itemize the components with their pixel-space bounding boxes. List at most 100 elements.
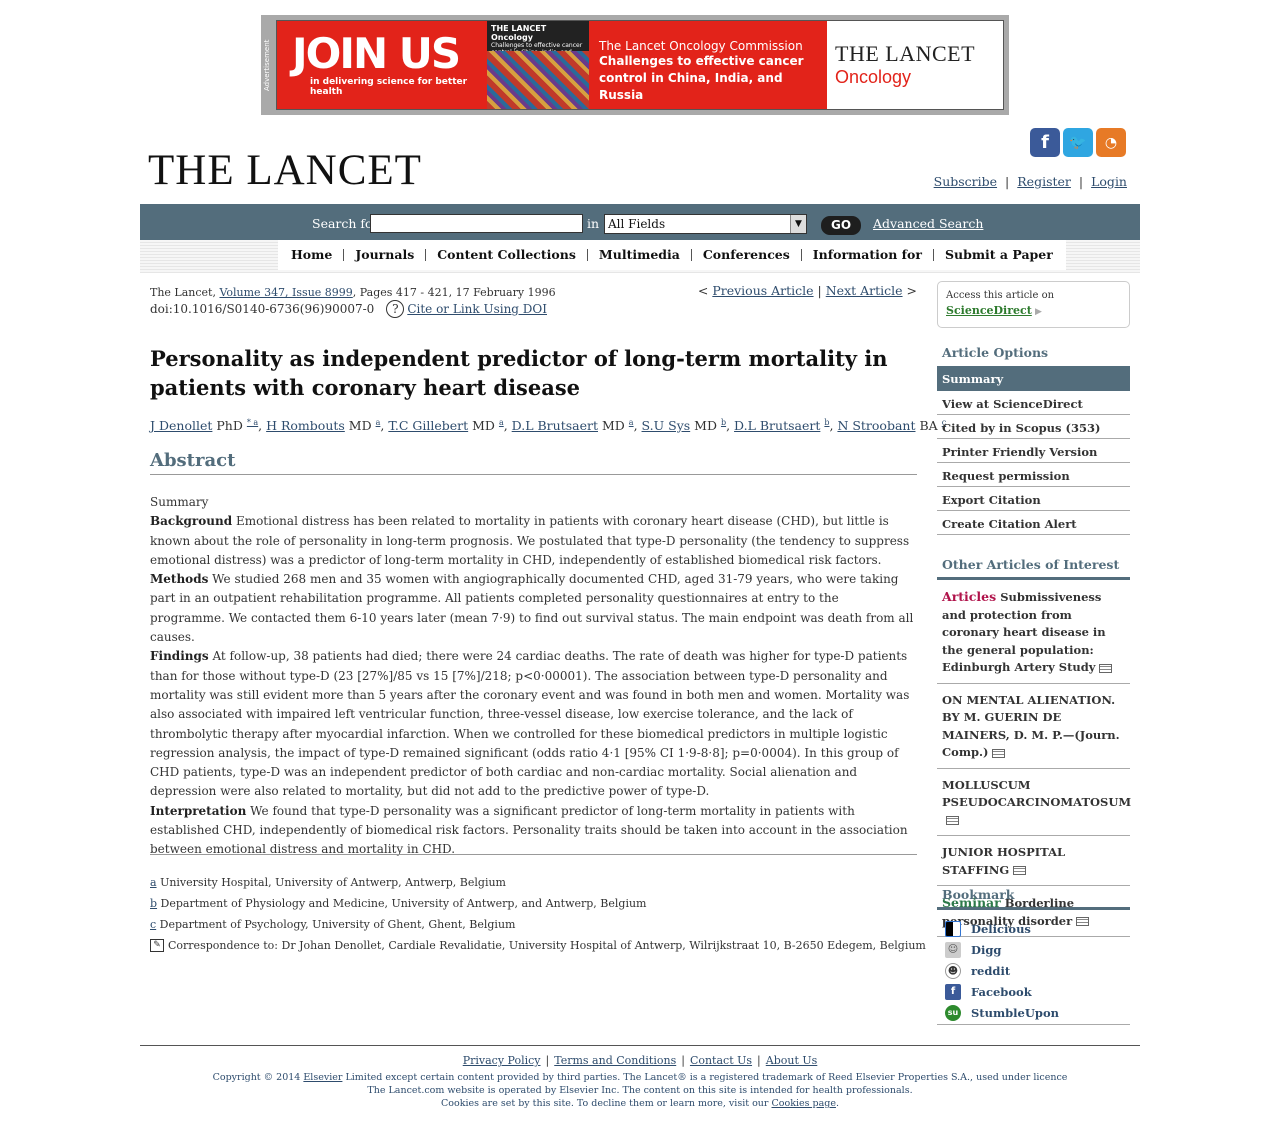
- affiliations: a University Hospital, University of Ant…: [150, 872, 926, 956]
- rss-icon[interactable]: ◔: [1096, 128, 1126, 157]
- bookmark-stumbleupon[interactable]: su StumbleUpon: [937, 1002, 1130, 1023]
- ad-join-subtitle: in delivering science for better health: [310, 77, 468, 97]
- ad-label: Advertisement: [263, 39, 271, 91]
- document-icon[interactable]: [992, 748, 1006, 758]
- login-link[interactable]: Login: [1091, 174, 1127, 189]
- search-input[interactable]: [370, 214, 583, 233]
- nav-home[interactable]: Home: [280, 248, 345, 261]
- bookmark-heading: Bookmark: [942, 887, 1015, 902]
- sciencedirect-link[interactable]: ScienceDirect: [946, 304, 1032, 317]
- cookies-link[interactable]: Cookies page: [772, 1098, 836, 1109]
- document-icon[interactable]: [946, 816, 959, 825]
- bookmark-label[interactable]: Digg: [971, 943, 1001, 957]
- bookmark-label[interactable]: Delicious: [971, 922, 1031, 936]
- author-degree: PhD: [216, 418, 243, 434]
- other-article[interactable]: MOLLUSCUM PSEUDOCARCINOMATOSUM: [937, 769, 1131, 836]
- elsevier-link[interactable]: Elsevier: [303, 1072, 342, 1083]
- affiliation-mark[interactable]: a: [150, 876, 157, 889]
- author-degree: MD: [348, 418, 372, 434]
- contact-link[interactable]: Contact Us: [690, 1054, 752, 1067]
- affiliation-mark[interactable]: b: [150, 897, 157, 910]
- previous-article-link[interactable]: Previous Article: [712, 283, 813, 298]
- affiliation-text: Department of Psychology, University of …: [159, 918, 516, 931]
- author-affiliation-mark[interactable]: a: [629, 418, 634, 427]
- help-icon[interactable]: ?: [386, 300, 405, 318]
- bookmark-delicious[interactable]: Delicious: [937, 918, 1130, 939]
- option-citation-alert[interactable]: Create Citation Alert: [937, 511, 1130, 535]
- other-article-title[interactable]: JUNIOR HOSPITAL STAFFING: [942, 845, 1065, 877]
- doi-text: doi:10.1016/S0140-6736(96)90007-0: [150, 302, 375, 316]
- bookmark-label[interactable]: reddit: [971, 964, 1010, 978]
- ad-commission-title: Challenges to effective cancer control i…: [599, 54, 804, 102]
- author-link[interactable]: S.U Sys: [642, 418, 691, 433]
- nav-content-collections[interactable]: Content Collections: [426, 248, 588, 261]
- next-article-link[interactable]: Next Article: [826, 283, 903, 298]
- affiliation-b: b Department of Physiology and Medicine,…: [150, 893, 926, 914]
- ad-content[interactable]: JOIN US in delivering science for better…: [276, 20, 1004, 110]
- other-article-title[interactable]: ON MENTAL ALIENATION. BY M. GUERIN DE MA…: [942, 693, 1120, 760]
- nav-information-for[interactable]: Information for: [802, 248, 934, 261]
- volume-link[interactable]: Volume 347, Issue 8999: [219, 286, 352, 299]
- nav-journals[interactable]: Journals: [344, 248, 427, 261]
- main-nav: Home Journals Content Collections Multim…: [140, 240, 1140, 273]
- terms-link[interactable]: Terms and Conditions: [554, 1054, 676, 1067]
- option-cited-by-scopus[interactable]: Cited by in Scopus (353): [937, 415, 1130, 439]
- document-icon[interactable]: [1099, 663, 1113, 673]
- other-article[interactable]: JUNIOR HOSPITAL STAFFING: [937, 836, 1130, 886]
- privacy-policy-link[interactable]: Privacy Policy: [463, 1054, 541, 1067]
- register-link[interactable]: Register: [1017, 174, 1071, 189]
- ad-brand-sub: Oncology: [835, 67, 912, 87]
- citation-line: The Lancet, Volume 347, Issue 8999, Page…: [150, 286, 556, 299]
- search-field-value: All Fields: [608, 217, 666, 231]
- author-link[interactable]: D.L Brutsaert: [734, 418, 820, 433]
- author-list: J Denollet PhD * a, H Rombouts MD a, T.C…: [150, 418, 947, 434]
- other-article[interactable]: Articles Submissiveness and protection f…: [937, 580, 1130, 684]
- author-affiliation-mark[interactable]: b: [824, 418, 829, 427]
- option-summary[interactable]: Summary: [937, 366, 1130, 391]
- findings-text: At follow-up, 38 patients had died; ther…: [150, 649, 910, 799]
- document-icon[interactable]: [1013, 866, 1027, 875]
- doi-link[interactable]: Cite or Link Using DOI: [407, 302, 547, 316]
- nav-multimedia[interactable]: Multimedia: [588, 248, 692, 261]
- author-affiliation-mark[interactable]: * a: [247, 418, 258, 427]
- advanced-search-link[interactable]: Advanced Search: [873, 216, 983, 231]
- search-field-select[interactable]: All Fields ▼: [604, 214, 807, 234]
- author-link[interactable]: T.C Gillebert: [388, 418, 468, 433]
- chevron-down-icon[interactable]: ▼: [790, 215, 806, 233]
- bookmark-label[interactable]: Facebook: [971, 985, 1032, 999]
- chevron-right-icon: ▶: [1035, 307, 1042, 317]
- bookmark-label[interactable]: StumbleUpon: [971, 1006, 1059, 1020]
- separator: |: [1005, 174, 1010, 189]
- nav-submit-paper[interactable]: Submit a Paper: [934, 248, 1064, 261]
- author-affiliation-mark[interactable]: a: [376, 418, 381, 427]
- affiliation-mark[interactable]: c: [150, 918, 156, 931]
- advertisement-banner[interactable]: Advertisement JOIN US in delivering scie…: [261, 15, 1009, 115]
- option-printer-friendly[interactable]: Printer Friendly Version: [937, 439, 1130, 463]
- subscribe-link[interactable]: Subscribe: [934, 174, 997, 189]
- nav-conferences[interactable]: Conferences: [692, 248, 802, 261]
- author-link[interactable]: N Stroobant: [837, 418, 915, 433]
- other-article[interactable]: ON MENTAL ALIENATION. BY M. GUERIN DE MA…: [937, 684, 1130, 769]
- background-heading: Background: [150, 514, 233, 529]
- other-article-title[interactable]: MOLLUSCUM PSEUDOCARCINOMATOSUM: [942, 778, 1131, 810]
- author-affiliation-mark[interactable]: b: [721, 418, 726, 427]
- site-logo[interactable]: THE LANCET: [148, 148, 422, 194]
- article-options-heading: Article Options: [942, 345, 1049, 360]
- bookmark-facebook[interactable]: f Facebook: [937, 981, 1130, 1002]
- bookmark-reddit[interactable]: ☻ reddit: [937, 960, 1130, 981]
- twitter-icon[interactable]: 🐦: [1063, 128, 1093, 157]
- go-button[interactable]: GO: [821, 216, 861, 235]
- article-pagination: < Previous Article | Next Article >: [697, 283, 917, 298]
- author-link[interactable]: H Rombouts: [266, 418, 345, 433]
- author-link[interactable]: J Denollet: [150, 418, 212, 433]
- facebook-icon[interactable]: f: [1030, 128, 1060, 157]
- copyright-post: Limited except certain content provided …: [345, 1072, 1068, 1083]
- option-export-citation[interactable]: Export Citation: [937, 487, 1130, 511]
- option-request-permission[interactable]: Request permission: [937, 463, 1130, 487]
- facebook-icon: f: [945, 983, 961, 1000]
- author-affiliation-mark[interactable]: a: [499, 418, 504, 427]
- option-view-sciencedirect[interactable]: View at ScienceDirect: [937, 391, 1130, 415]
- bookmark-digg[interactable]: ☺ Digg: [937, 939, 1130, 960]
- about-link[interactable]: About Us: [766, 1054, 818, 1067]
- author-link[interactable]: D.L Brutsaert: [512, 418, 598, 433]
